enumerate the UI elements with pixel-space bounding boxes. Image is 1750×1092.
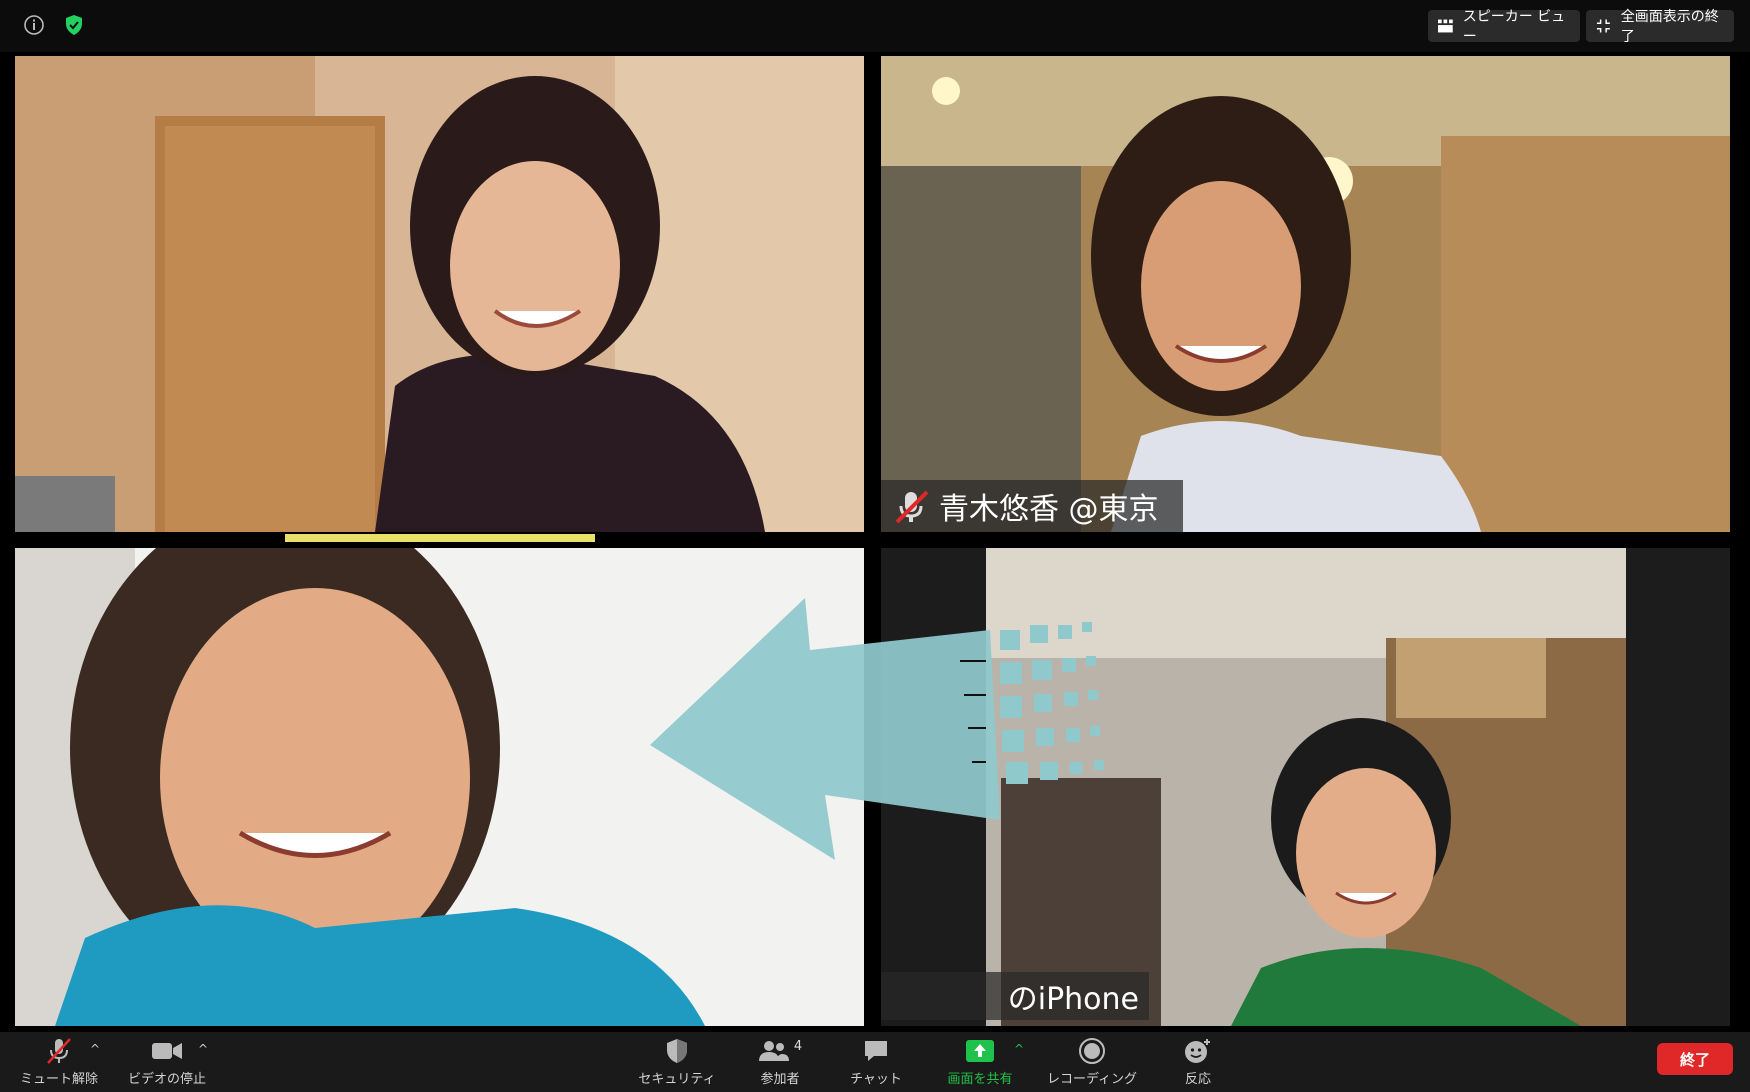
record-icon <box>1079 1038 1105 1064</box>
grid-view-icon <box>1438 19 1453 33</box>
muted-mic-icon <box>47 1038 71 1064</box>
participant-name: のiPhone <box>1007 982 1139 1017</box>
end-meeting-label: 終了 <box>1679 1050 1710 1069</box>
share-screen-icon <box>966 1040 994 1062</box>
video-tile-3[interactable] <box>15 548 864 1026</box>
video-options-chevron-icon[interactable]: ^ <box>198 1042 208 1056</box>
muted-mic-icon <box>895 490 929 524</box>
share-screen-label: 画面を共有 <box>947 1072 1013 1087</box>
video-camera-icon <box>152 1043 182 1059</box>
participants-count: 4 <box>793 1038 803 1054</box>
participants-label: 参加者 <box>760 1072 800 1087</box>
participant-video <box>881 548 1730 1026</box>
meeting-toolbar: ミュート解除 ^ ビデオの停止 ^ セキュリティ 4 参加者 チャット 画面を共… <box>0 1032 1750 1092</box>
end-meeting-button[interactable]: 終了 <box>1657 1043 1733 1075</box>
participant-name-tag: のiPhone <box>881 972 1149 1020</box>
unmute-label: ミュート解除 <box>19 1072 98 1087</box>
chat-button[interactable]: チャット <box>836 1036 916 1090</box>
share-options-chevron-icon[interactable]: ^ <box>1014 1042 1024 1056</box>
exit-fullscreen-button[interactable]: 全画面表示の終了 <box>1586 9 1734 45</box>
encryption-shield-icon[interactable] <box>62 13 86 37</box>
security-shield-icon <box>667 1039 687 1063</box>
reaction-smiley-icon <box>1185 1039 1210 1063</box>
video-tile-1[interactable] <box>15 56 864 532</box>
audio-options-chevron-icon[interactable]: ^ <box>90 1042 100 1056</box>
participant-video <box>881 56 1730 532</box>
record-label: レコーディング <box>1046 1072 1138 1087</box>
participant-name-tag: 青木悠香 @東京 <box>881 480 1183 532</box>
exit-fullscreen-label: 全画面表示の終了 <box>1620 9 1719 45</box>
participants-icon <box>758 1041 789 1061</box>
participants-button[interactable]: 4 参加者 <box>740 1036 820 1090</box>
record-button[interactable]: レコーディング <box>1040 1036 1144 1090</box>
participant-name: 青木悠香 @東京 <box>939 492 1159 527</box>
exit-fullscreen-icon <box>1596 19 1610 33</box>
video-tile-2[interactable]: 青木悠香 @東京 <box>881 56 1730 532</box>
video-tile-4[interactable]: のiPhone <box>881 548 1730 1026</box>
share-screen-button[interactable]: 画面を共有 <box>940 1036 1020 1090</box>
reactions-label: 反応 <box>1184 1072 1211 1087</box>
speaker-view-label: スピーカー ビュー <box>1462 9 1566 45</box>
meeting-top-bar: スピーカー ビュー 全画面表示の終了 <box>0 0 1750 52</box>
stop-video-label: ビデオの停止 <box>127 1072 206 1087</box>
active-speaker-indicator <box>285 534 595 542</box>
reactions-button[interactable]: 反応 <box>1158 1036 1238 1090</box>
chat-bubble-icon <box>865 1041 887 1061</box>
chat-label: チャット <box>850 1072 902 1087</box>
security-button[interactable]: セキュリティ <box>632 1036 722 1090</box>
participant-video <box>15 56 864 532</box>
security-label: セキュリティ <box>638 1072 716 1087</box>
speaker-view-button[interactable]: スピーカー ビュー <box>1428 9 1580 45</box>
info-icon[interactable] <box>22 13 46 37</box>
participant-video <box>15 548 864 1026</box>
